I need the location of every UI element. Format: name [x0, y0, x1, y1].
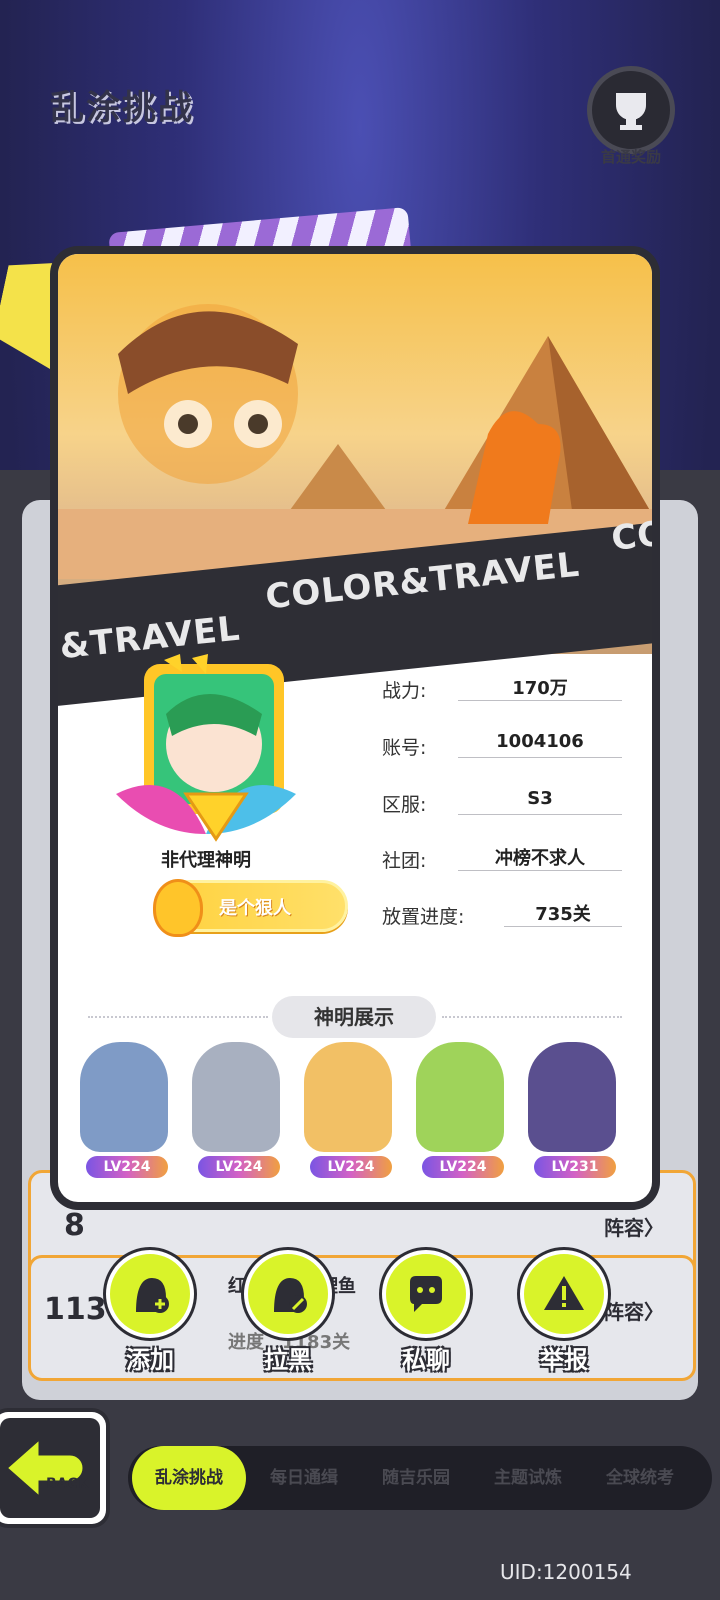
warning-icon	[520, 1250, 608, 1338]
divider	[88, 1016, 268, 1020]
back-button-face: BACK	[0, 1418, 100, 1518]
tab-theme-trial[interactable]: 主题试炼	[472, 1446, 584, 1510]
action-label: 添加	[126, 1346, 174, 1374]
info-value: 735关	[504, 900, 622, 927]
trophy-icon	[587, 66, 675, 154]
player-profile-card: &TRAVEL COLOR&TRAVEL CO 非代理神明 是个狠人 战力: 1…	[58, 254, 652, 1202]
hero-level: LV224	[198, 1156, 280, 1178]
strip-text: CO	[609, 513, 652, 559]
row-rank: 113	[44, 1292, 107, 1327]
lineup-link[interactable]: 阵容〉	[604, 1212, 664, 1241]
block-button[interactable]: 拉黑	[238, 1250, 338, 1375]
info-club: 社团: 冲榜不求人	[382, 844, 622, 874]
hero-level: LV231	[534, 1156, 616, 1178]
back-label: BACK	[46, 1476, 89, 1492]
info-label: 账号:	[382, 737, 427, 759]
action-label: 拉黑	[264, 1346, 312, 1374]
chick-icon	[153, 879, 203, 937]
tab-daily-wanted[interactable]: 每日通缉	[248, 1446, 360, 1510]
info-label: 社团:	[382, 850, 427, 872]
title-badge-text: 是个狠人	[219, 898, 291, 919]
mode-tab-bar: 乱涂挑战 每日通缉 随吉乐园 主题试炼 全球统考	[128, 1446, 712, 1510]
info-power: 战力: 170万	[382, 674, 622, 704]
hero-portrait	[304, 1042, 392, 1152]
back-arrow-icon	[3, 1434, 86, 1502]
info-label: 区服:	[382, 794, 427, 816]
first-clear-reward-button[interactable]: 首通奖励	[586, 66, 676, 167]
block-icon	[244, 1250, 332, 1338]
hero-card[interactable]: LV224	[184, 1032, 288, 1182]
info-server: 区服: S3	[382, 788, 622, 818]
page-title: 乱涂挑战	[50, 88, 194, 128]
info-value: S3	[458, 788, 622, 815]
tab-doodle-challenge[interactable]: 乱涂挑战	[132, 1446, 246, 1510]
hero-level: LV224	[422, 1156, 504, 1178]
private-chat-button[interactable]: 私聊	[376, 1250, 476, 1375]
action-label: 私聊	[402, 1346, 450, 1374]
add-friend-button[interactable]: 添加	[100, 1250, 200, 1375]
hero-portrait	[416, 1042, 504, 1152]
info-account: 账号: 1004106	[382, 731, 622, 761]
divider	[442, 1016, 622, 1020]
reward-label: 首通奖励	[600, 148, 661, 166]
tab-fun-park[interactable]: 随吉乐园	[360, 1446, 472, 1510]
hero-card[interactable]: LV224	[72, 1032, 176, 1182]
report-button[interactable]: 举报	[514, 1250, 614, 1375]
hero-portrait	[528, 1042, 616, 1152]
info-idle-progress: 放置进度: 735关	[382, 900, 622, 930]
add-friend-icon	[106, 1250, 194, 1338]
info-value: 冲榜不求人	[458, 844, 622, 871]
info-label: 战力:	[382, 680, 427, 702]
hero-card[interactable]: LV231	[520, 1032, 624, 1182]
hero-level: LV224	[310, 1156, 392, 1178]
uid-label: UID:1200154	[500, 1560, 632, 1584]
info-value: 1004106	[458, 731, 622, 758]
info-label: 放置进度:	[382, 906, 465, 928]
title-badge: 是个狠人	[153, 879, 348, 937]
player-avatar[interactable]	[96, 654, 316, 854]
hero-level: LV224	[86, 1156, 168, 1178]
row-rank: 8	[64, 1208, 85, 1243]
back-button[interactable]: BACK	[0, 1412, 106, 1524]
chat-icon	[382, 1250, 470, 1338]
player-name: 非代理神明	[161, 850, 251, 871]
hero-card[interactable]: LV224	[408, 1032, 512, 1182]
action-label: 举报	[540, 1346, 588, 1374]
tab-global-exam[interactable]: 全球统考	[584, 1446, 696, 1510]
hero-card[interactable]: LV224	[296, 1032, 400, 1182]
hero-portrait	[192, 1042, 280, 1152]
hero-portrait	[80, 1042, 168, 1152]
info-value: 170万	[458, 674, 622, 701]
